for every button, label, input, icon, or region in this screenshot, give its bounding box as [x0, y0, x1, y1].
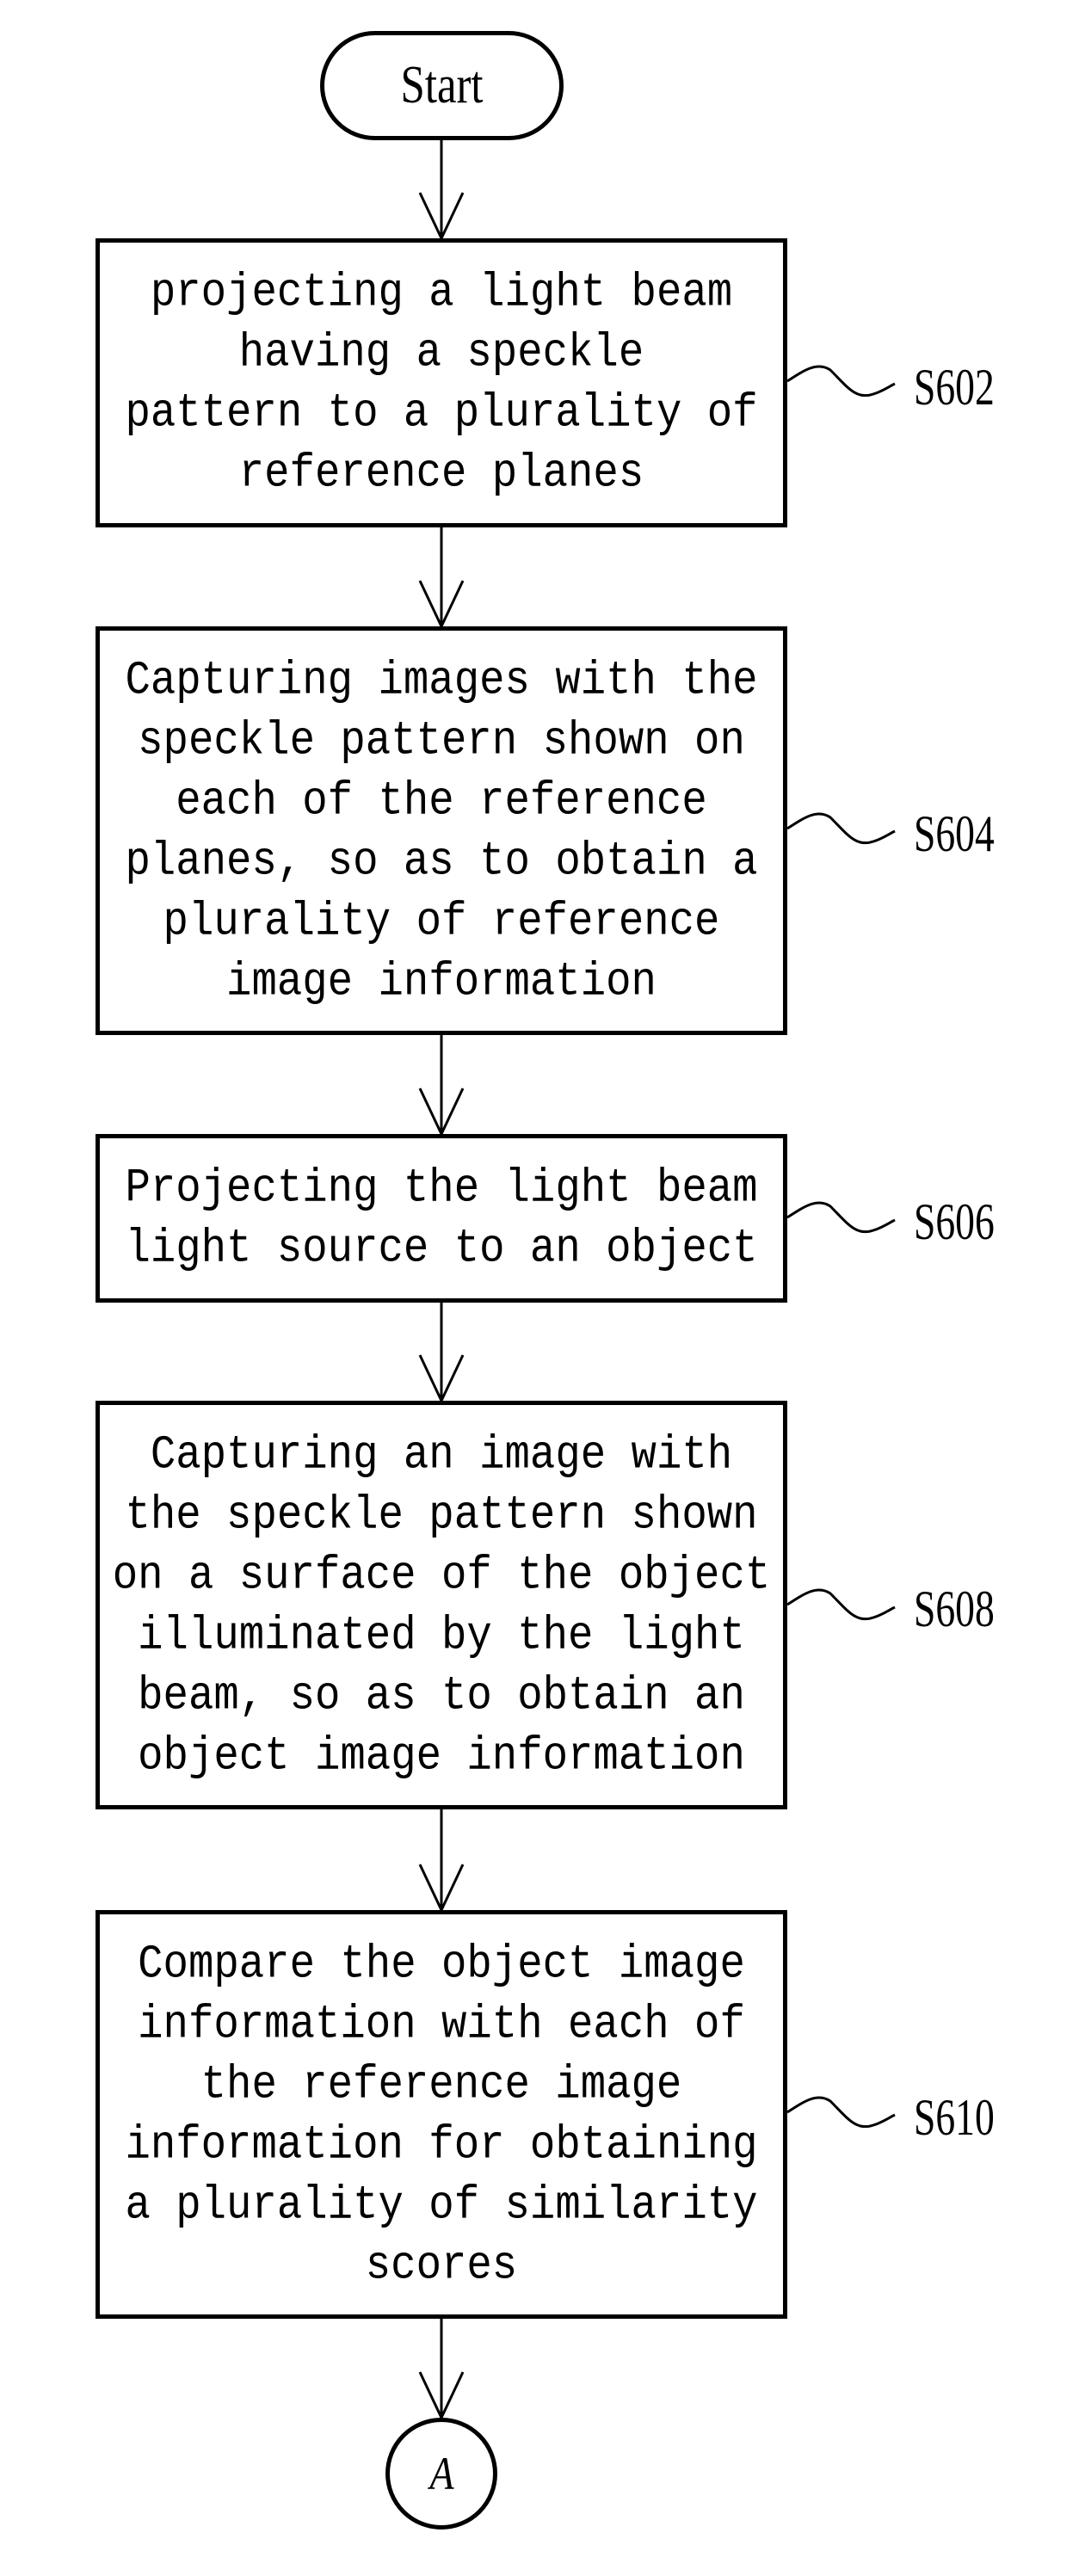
step-text-line: reference planes: [238, 446, 644, 501]
step-box-s608: Capturing an image with the speckle patt…: [96, 1401, 787, 1809]
start-label: Start: [400, 56, 484, 114]
step-text-line: a plurality of similarity: [125, 2178, 758, 2232]
leader-line-s608: [786, 1588, 896, 1621]
step-text-line: scores: [365, 2238, 518, 2292]
offpage-connector-a: A: [385, 2418, 497, 2530]
step-text-line: light source to an object: [125, 1221, 758, 1276]
step-text-line: image information: [226, 954, 657, 1008]
leader-line-s610: [786, 2096, 896, 2129]
step-text-line: planes, so as to obtain a: [125, 834, 758, 888]
arrow-s606-to-s608: [418, 1303, 465, 1404]
start-terminal: Start: [320, 31, 564, 140]
step-label-s608: S608: [914, 1581, 995, 1637]
step-text-line: plurality of reference: [163, 894, 720, 948]
arrow-start-to-s602: [418, 140, 465, 242]
step-label-s602: S602: [914, 359, 995, 416]
leader-line-s602: [786, 365, 896, 397]
step-box-s602: projecting a light beam having a speckle…: [96, 238, 787, 527]
step-label-s604: S604: [914, 805, 995, 862]
step-text-line: on a surface of the object: [112, 1548, 771, 1602]
step-text-line: information for obtaining: [125, 2117, 758, 2172]
arrow-s602-to-s604: [418, 527, 465, 630]
arrow-s604-to-s606: [418, 1035, 465, 1137]
step-text-line: Compare the object image: [138, 1937, 745, 1991]
step-text-line: pattern to a plurality of: [125, 385, 758, 441]
step-box-s606: Projecting the light beam light source t…: [96, 1134, 787, 1303]
step-box-s610: Compare the object image information wit…: [96, 1910, 787, 2319]
step-text-line: information with each of: [138, 1997, 745, 2051]
step-label-s606: S606: [914, 1193, 995, 1250]
step-text-line: Capturing images with the: [125, 653, 758, 707]
arrow-s608-to-s610: [418, 1809, 465, 1914]
step-text-line: the speckle pattern shown: [125, 1488, 758, 1542]
step-box-s604: Capturing images with the speckle patter…: [96, 626, 787, 1035]
step-text-line: object image information: [138, 1729, 745, 1783]
step-text-line: Projecting the light beam: [125, 1161, 758, 1216]
step-text-line: speckle pattern shown on: [138, 713, 745, 767]
step-text-line: each of the reference: [176, 773, 707, 828]
leader-line-s604: [786, 812, 896, 845]
step-label-s610: S610: [914, 2089, 995, 2146]
connector-label: A: [428, 2448, 454, 2499]
step-text-line: beam, so as to obtain an: [138, 1668, 745, 1722]
arrow-s610-to-connector-a: [418, 2319, 465, 2421]
leader-line-s606: [786, 1201, 896, 1234]
step-text-line: Capturing an image with: [150, 1427, 733, 1482]
step-text-line: projecting a light beam: [150, 265, 733, 320]
step-text-line: illuminated by the light: [138, 1608, 745, 1662]
step-text-line: the reference image: [200, 2057, 682, 2111]
step-text-line: having a speckle: [238, 325, 644, 380]
